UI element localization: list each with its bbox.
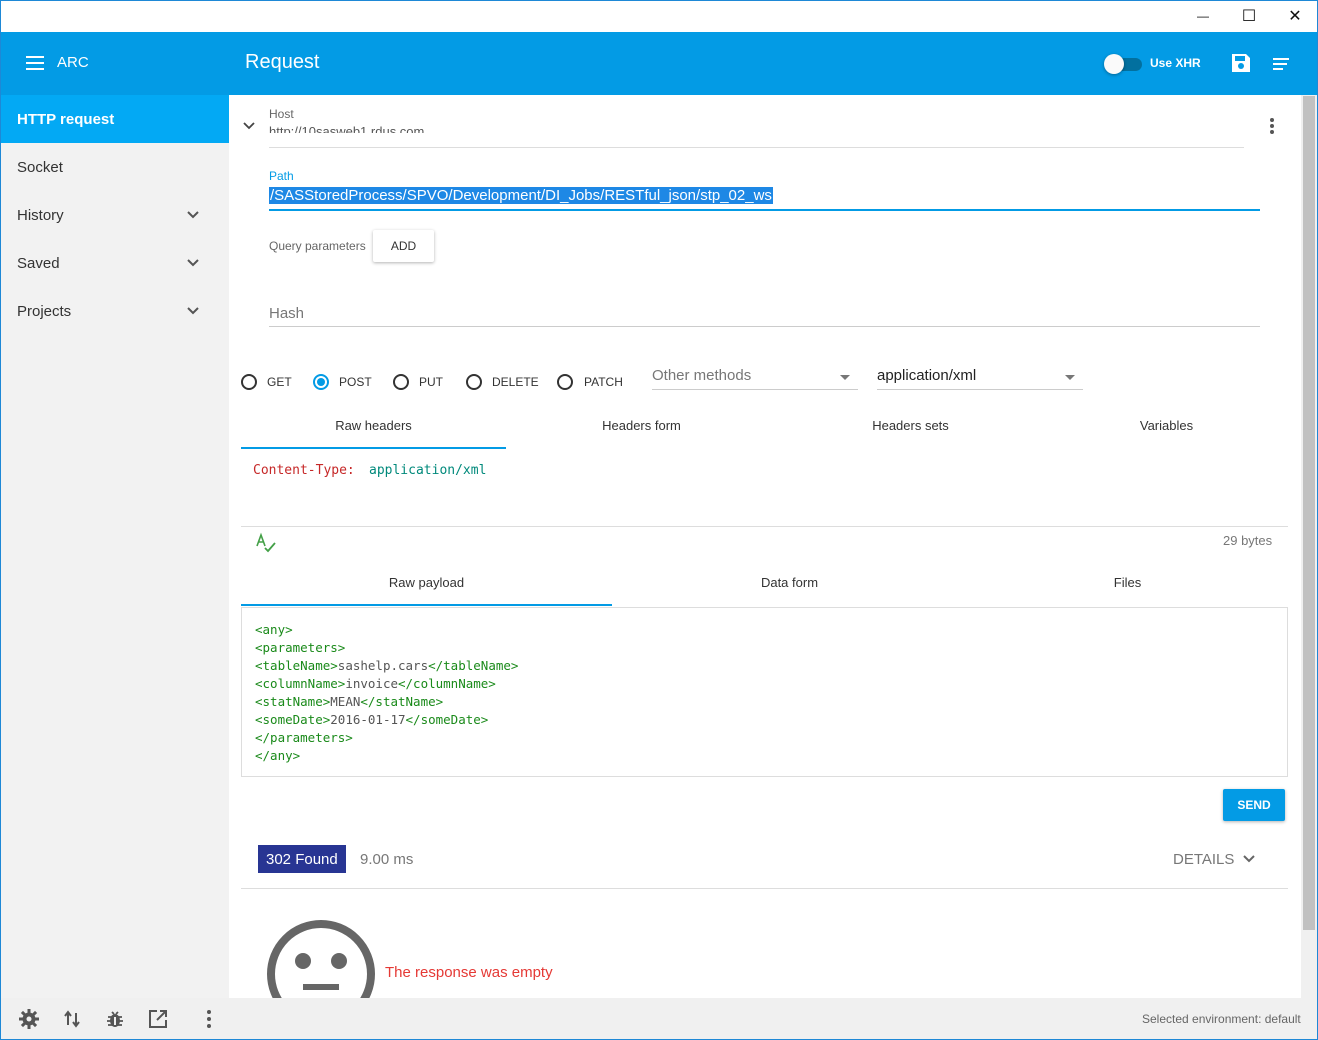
host-input[interactable]: http://10sasweb1.rdus.com [269,123,1244,133]
method-patch-radio[interactable] [557,374,573,390]
selected-environment[interactable]: Selected environment: default [1142,1012,1301,1026]
host-underline [269,147,1244,148]
send-button[interactable]: SEND [1223,789,1285,821]
bug-icon[interactable] [104,1008,126,1030]
method-get-label: GET [267,375,292,389]
request-panel: Host http://10sasweb1.rdus.com Path /SAS… [229,95,1301,998]
tab-headers-sets[interactable]: Headers sets [778,418,1043,433]
code-line: <parameters> [255,640,346,655]
method-delete-label: DELETE [492,375,539,389]
sidebar-item-history[interactable]: History [0,191,229,239]
save-icon[interactable] [1231,53,1251,73]
method-put-radio[interactable] [393,374,409,390]
hamburger-menu-icon[interactable] [26,55,46,71]
empty-response-message: The response was empty [385,964,553,981]
bottom-bar: Selected environment: default [0,998,1318,1040]
chevron-down-icon [1242,855,1255,863]
method-get-radio[interactable] [241,374,257,390]
method-patch-label: PATCH [584,375,623,389]
path-input[interactable]: /SASStoredProcess/SPVO/Development/DI_Jo… [269,187,773,204]
chevron-down-icon[interactable] [186,208,200,222]
details-button[interactable]: DETAILS [1173,851,1255,868]
host-label: Host [269,107,294,121]
open-in-new-icon[interactable] [147,1008,169,1030]
tab-variables[interactable]: Variables [1034,418,1299,433]
window-titlebar: — ☐ ✕ [0,0,1318,32]
content-type-dropdown[interactable]: application/xml [877,367,976,384]
query-parameters-label: Query parameters [269,239,366,253]
path-underline [269,209,1260,211]
response-divider [241,888,1288,889]
code-line: <statName>MEAN</statName> [255,694,444,709]
page-title: Request [245,51,320,73]
code-line: <tableName>sashelp.cars</tableName> [255,658,519,673]
minimize-icon: — [1197,9,1209,23]
tab-raw-payload[interactable]: Raw payload [241,575,612,590]
dropdown-arrow-icon[interactable] [840,375,850,380]
details-label: DETAILS [1173,851,1235,868]
content-type-underline [877,389,1083,390]
app-bar: ARC Request Use XHR [0,32,1318,95]
sidebar-item-saved[interactable]: Saved [0,239,229,287]
add-query-parameter-button[interactable]: ADD [373,230,434,262]
tab-files[interactable]: Files [942,575,1301,590]
sidebar-item-label: HTTP request [17,110,115,128]
chevron-down-icon[interactable] [242,119,256,133]
host-value: http://10sasweb1.rdus.com [269,124,425,133]
sidebar-item-label: History [17,206,64,224]
code-line: <someDate>2016-01-17</someDate> [255,712,489,727]
code-line: <columnName>invoice</columnName> [255,676,496,691]
method-delete-radio[interactable] [466,374,482,390]
payload-size: 29 bytes [1223,533,1273,548]
raw-headers-editor[interactable]: Content-Type: application/xml [241,449,1288,527]
app-name: ARC [57,54,89,71]
path-label: Path [269,169,294,183]
tab-indicator [241,604,612,606]
tab-headers-form[interactable]: Headers form [509,418,774,433]
code-line: </any> [255,748,301,763]
maximize-button[interactable]: ☐ [1226,0,1272,32]
sidebar-item-projects[interactable]: Projects [0,287,229,335]
hash-underline [269,326,1260,327]
raw-payload-editor[interactable]: <any> <parameters> <tableName>sashelp.ca… [241,607,1288,777]
more-vertical-icon[interactable] [1269,117,1275,135]
sort-lines-icon[interactable] [1271,56,1291,72]
close-button[interactable]: ✕ [1272,0,1318,32]
spellcheck-icon[interactable] [255,532,277,554]
tab-data-form[interactable]: Data form [604,575,975,590]
chevron-down-icon[interactable] [186,256,200,270]
headers-divider [241,526,1288,527]
chevron-down-icon[interactable] [186,304,200,318]
code-line: <any> [255,622,293,637]
sidebar-item-label: Socket [17,158,63,176]
maximize-icon: ☐ [1241,8,1257,25]
tab-raw-headers[interactable]: Raw headers [241,418,506,433]
other-methods-dropdown[interactable]: Other methods [652,367,751,384]
sidebar-item-label: Saved [17,254,60,272]
minimize-button[interactable]: — [1180,0,1226,32]
sidebar: HTTP request Socket History Saved Projec… [0,95,229,998]
use-xhr-label: Use XHR [1150,56,1201,70]
code-line: </parameters> [255,730,353,745]
import-export-icon[interactable] [61,1008,83,1030]
method-post-radio[interactable] [313,374,329,390]
sidebar-item-http-request[interactable]: HTTP request [0,95,229,143]
response-time: 9.00 ms [360,851,414,868]
settings-gear-icon[interactable] [18,1008,40,1030]
other-methods-underline [652,389,858,390]
method-put-label: PUT [419,375,443,389]
header-value: application/xml [369,463,487,478]
header-key: Content-Type: [253,463,355,478]
more-vertical-icon[interactable] [198,1008,220,1030]
use-xhr-toggle[interactable] [1104,54,1142,74]
neutral-face-icon [267,920,375,998]
method-post-label: POST [339,375,372,389]
dropdown-arrow-icon[interactable] [1065,375,1075,380]
scrollbar-thumb[interactable] [1303,96,1315,930]
close-icon: ✕ [1288,8,1302,25]
sidebar-item-label: Projects [17,302,72,320]
status-badge: 302 Found [258,845,346,873]
hash-input[interactable]: Hash [269,305,304,322]
sidebar-item-socket[interactable]: Socket [0,143,229,191]
